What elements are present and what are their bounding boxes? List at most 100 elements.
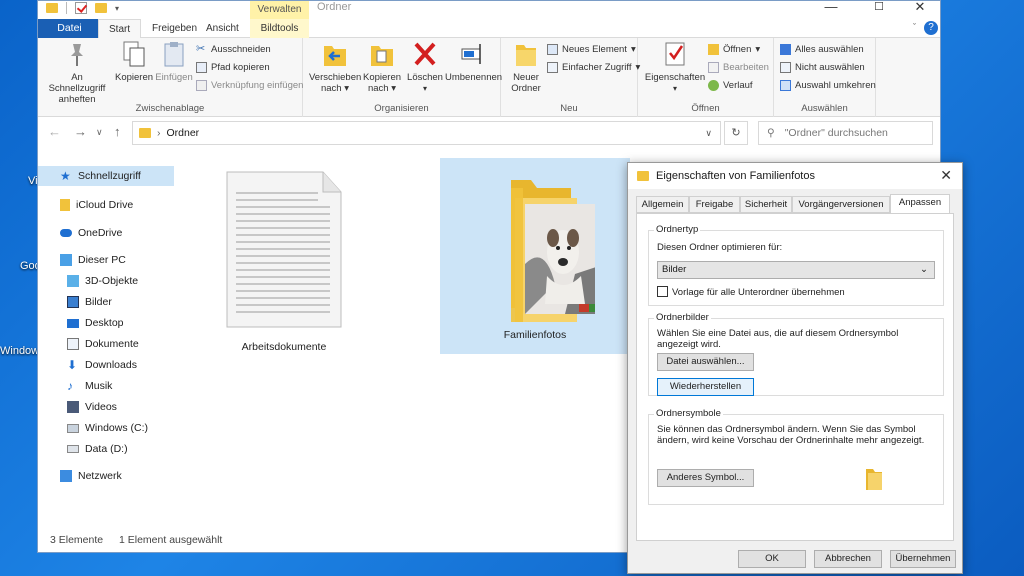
folder-icons-desc: Sie können das Ordnersymbol ändern. Wenn…: [657, 424, 925, 446]
nav-data-d[interactable]: Data (D:): [38, 439, 174, 459]
folder-type-legend: Ordnertyp: [654, 224, 701, 235]
nav-label: Dokumente: [85, 338, 139, 350]
paste-shortcut-button[interactable]: Verknüpfung einfügen: [196, 80, 303, 91]
tab-picture-tools[interactable]: Bildtools: [250, 19, 309, 38]
folder-type-value: Bilder: [662, 264, 687, 275]
select-none-button[interactable]: Nicht auswählen: [780, 62, 865, 73]
download-icon: ⬇: [67, 358, 78, 372]
properties-button[interactable]: Eigenschaften ▾: [644, 40, 706, 94]
dialog-close-button[interactable]: ✕: [940, 167, 952, 184]
dialog-title: Eigenschaften von Familienfotos: [656, 170, 815, 182]
nav-network[interactable]: Netzwerk: [38, 466, 174, 486]
tab-file[interactable]: Datei: [38, 19, 101, 38]
selection-count: 1 Element ausgewählt: [119, 534, 223, 546]
chevron-down-icon: ⌄: [920, 264, 928, 275]
copy-button[interactable]: Kopieren: [114, 40, 154, 83]
ok-button[interactable]: OK: [738, 550, 806, 568]
new-item-button[interactable]: Neues Element ▾: [547, 44, 636, 55]
restore-button[interactable]: Wiederherstellen: [657, 378, 754, 396]
new-folder-quick-icon[interactable]: [95, 3, 107, 13]
maximize-button[interactable]: ☐: [857, 1, 901, 15]
copy-to-button[interactable]: Kopieren nach ▾: [359, 40, 405, 94]
tab-security[interactable]: Sicherheit: [740, 196, 792, 213]
search-icon: ⚲: [767, 127, 775, 139]
search-input[interactable]: ⚲ "Ordner" durchsuchen: [758, 121, 933, 145]
recent-locations-button[interactable]: ∨: [96, 127, 103, 138]
nav-icloud-drive[interactable]: iCloud Drive: [38, 195, 174, 215]
nav-label: Schnellzugriff: [78, 170, 141, 182]
tab-start[interactable]: Start: [98, 19, 142, 38]
invert-selection-button[interactable]: Auswahl umkehren: [780, 80, 876, 91]
edit-button[interactable]: Bearbeiten: [708, 62, 769, 73]
open-button[interactable]: Öffnen ▾: [708, 44, 760, 55]
file-item-arbeitsdokumente[interactable]: Arbeitsdokumente: [201, 163, 367, 353]
new-group-label: Neu: [560, 103, 578, 114]
select-all-button[interactable]: Alles auswählen: [780, 44, 864, 55]
paste-button[interactable]: Einfügen: [155, 40, 193, 83]
folder-icons-group: Ordnersymbole Sie können das Ordnersymbo…: [648, 408, 944, 505]
tab-customize[interactable]: Anpassen: [890, 194, 950, 214]
properties-quick-icon[interactable]: [75, 2, 87, 14]
nav-windows-c[interactable]: Windows (C:): [38, 418, 174, 438]
folder-pictures-legend: Ordnerbilder: [654, 312, 711, 323]
new-group: Neuer Ordner Neues Element ▾ Einfacher Z…: [501, 38, 640, 117]
back-button[interactable]: ←: [48, 124, 61, 139]
help-icon[interactable]: ?: [924, 21, 938, 35]
breadcrumb[interactable]: Ordner: [167, 127, 200, 139]
tab-view[interactable]: Ansicht: [196, 19, 249, 38]
ribbon: An Schnellzugriff anheften Kopieren Einf…: [38, 38, 940, 117]
tab-general[interactable]: Allgemein: [636, 196, 689, 213]
drive-icon: [67, 423, 79, 433]
customize-toolbar-icon[interactable]: ▾: [115, 4, 119, 13]
up-button[interactable]: ↑: [114, 124, 121, 139]
nav-label: Videos: [85, 401, 117, 413]
apply-subfolders-checkbox[interactable]: [657, 286, 668, 297]
new-folder-button[interactable]: Neuer Ordner: [507, 40, 545, 94]
nav-quick-access[interactable]: ★ Schnellzugriff: [38, 166, 174, 186]
nav-3d-objects[interactable]: 3D-Objekte: [38, 271, 174, 291]
nav-pictures[interactable]: Bilder: [38, 292, 174, 312]
pin-quick-access-button[interactable]: An Schnellzugriff anheften: [42, 40, 112, 105]
nav-desktop[interactable]: Desktop: [38, 313, 174, 333]
move-to-button[interactable]: Verschieben nach ▾: [309, 40, 361, 94]
document-icon: [226, 171, 342, 328]
change-icon-button[interactable]: Anderes Symbol...: [657, 469, 754, 487]
open-folder-icon: [708, 44, 719, 55]
collapse-ribbon-icon[interactable]: ˇ: [913, 22, 916, 32]
nav-downloads[interactable]: ⬇ Downloads: [38, 355, 174, 375]
cancel-button[interactable]: Abbrechen: [814, 550, 882, 568]
history-button[interactable]: Verlauf: [708, 80, 753, 91]
nav-label: Windows (C:): [85, 422, 149, 434]
shortcut-icon: [196, 80, 207, 91]
minimize-button[interactable]: —: [809, 0, 853, 15]
folder-icon: [637, 171, 649, 181]
address-bar[interactable]: › Ordner ∨: [132, 121, 721, 145]
copy-to-label: Kopieren nach: [362, 72, 402, 94]
rename-button[interactable]: Umbenennen: [445, 40, 503, 83]
delete-button[interactable]: Löschen ▾: [407, 40, 443, 94]
folder-type-select[interactable]: Bilder ⌄: [657, 261, 935, 279]
desktop-label-3[interactable]: Window: [0, 345, 39, 357]
close-button[interactable]: ✕: [898, 0, 942, 15]
nav-onedrive[interactable]: OneDrive: [38, 223, 174, 243]
nav-documents[interactable]: Dokumente: [38, 334, 174, 354]
address-dropdown-icon[interactable]: ∨: [705, 128, 712, 139]
optimize-label: Diesen Ordner optimieren für:: [657, 242, 783, 253]
nav-this-pc[interactable]: Dieser PC: [38, 250, 174, 270]
cut-button[interactable]: ✂ Ausschneiden: [196, 44, 271, 56]
easy-access-button[interactable]: Einfacher Zugriff ▾: [547, 62, 640, 73]
file-item-familienfotos[interactable]: Familienfotos: [440, 158, 630, 354]
forward-button[interactable]: →: [74, 124, 87, 139]
tab-sharing[interactable]: Freigabe: [689, 196, 740, 213]
rename-label: Umbenennen: [445, 72, 503, 83]
open-group-label: Öffnen: [691, 103, 720, 114]
nav-music[interactable]: ♪ Musik: [38, 376, 174, 396]
file-label: Familienfotos: [503, 329, 567, 341]
clipboard-group-label: Zwischenablage: [135, 103, 205, 114]
copy-path-button[interactable]: Pfad kopieren: [196, 62, 270, 73]
apply-button[interactable]: Übernehmen: [890, 550, 956, 568]
refresh-button[interactable]: ↻: [724, 121, 748, 145]
choose-file-button[interactable]: Datei auswählen...: [657, 353, 754, 371]
tab-previous-versions[interactable]: Vorgängerversionen: [792, 196, 890, 213]
nav-videos[interactable]: Videos: [38, 397, 174, 417]
